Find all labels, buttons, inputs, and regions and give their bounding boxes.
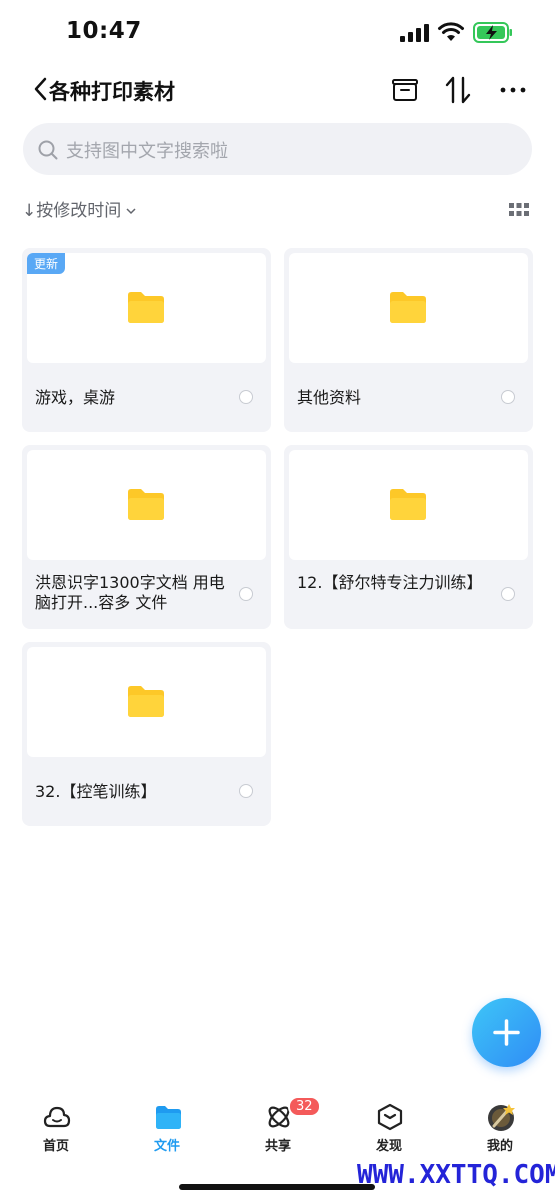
select-radio[interactable] xyxy=(239,784,253,798)
search-placeholder: 支持图中文字搜索啦 xyxy=(66,141,228,162)
folder-thumbnail xyxy=(289,450,528,560)
select-radio[interactable] xyxy=(239,390,253,404)
cellular-signal-icon xyxy=(400,24,429,42)
back-chevron-icon[interactable] xyxy=(32,74,50,104)
search-icon xyxy=(38,140,58,160)
folder-thumbnail xyxy=(27,647,266,757)
avatar xyxy=(488,1104,515,1131)
tab-discover[interactable]: 发现 xyxy=(349,1090,429,1156)
search-input[interactable]: 支持图中文字搜索啦 xyxy=(23,123,532,175)
battery-charging-icon xyxy=(473,22,512,43)
tab-label: 我的 xyxy=(486,1139,513,1154)
more-dots-icon[interactable] xyxy=(495,72,531,108)
sort-label: 按修改时间 xyxy=(36,201,122,221)
folder-name: 其他资料 xyxy=(297,388,362,407)
folder-card[interactable]: 洪恩识字1300字文档 用电脑打开...容多 文件 xyxy=(22,445,271,629)
folder-icon xyxy=(156,1106,181,1129)
folder-icon xyxy=(128,292,164,323)
tab-label: 发现 xyxy=(375,1139,402,1154)
share-count-badge: 32 xyxy=(288,1096,321,1117)
sort-arrows-icon[interactable] xyxy=(441,72,477,108)
folder-name: 洪恩识字1300字文档 用电脑打开...容多 文件 xyxy=(35,573,225,612)
chevron-down-icon xyxy=(126,208,136,215)
wifi-icon xyxy=(438,22,464,41)
update-badge: 更新 xyxy=(27,253,66,274)
folder-icon xyxy=(390,489,426,520)
folder-card[interactable]: 其他资料 xyxy=(284,248,533,432)
down-arrow-icon: ↓ xyxy=(22,201,37,221)
folder-card[interactable]: 32.【控笔训练】 xyxy=(22,642,271,826)
tab-bar: 首页 文件 共享 32 发现 我的 xyxy=(0,1090,555,1160)
home-indicator xyxy=(179,1184,375,1190)
status-bar: 10:47 xyxy=(0,0,555,64)
grid-view-icon[interactable] xyxy=(509,203,529,217)
plus-icon xyxy=(493,1019,520,1046)
select-radio[interactable] xyxy=(239,587,253,601)
folder-card[interactable]: 12.【舒尔特专注力训练】 xyxy=(284,445,533,629)
nav-header: 各种打印素材 xyxy=(0,64,555,120)
folder-name: 32.【控笔训练】 xyxy=(35,782,157,801)
sort-dropdown[interactable]: ↓按修改时间 xyxy=(22,196,137,221)
cloud-icon xyxy=(43,1106,71,1128)
select-radio[interactable] xyxy=(501,587,515,601)
folder-name: 12.【舒尔特专注力训练】 xyxy=(297,573,483,592)
folder-icon xyxy=(128,686,164,717)
add-button[interactable] xyxy=(472,998,541,1067)
tab-files[interactable]: 文件 xyxy=(127,1090,207,1156)
folder-card[interactable]: 更新 游戏，桌游 xyxy=(22,248,271,432)
watermark-text: WWW.XXTTQ.COM xyxy=(357,1160,555,1190)
status-time: 10:47 xyxy=(66,18,142,44)
tab-label: 首页 xyxy=(42,1139,69,1154)
page-title: 各种打印素材 xyxy=(49,80,175,104)
folder-name: 游戏，桌游 xyxy=(35,388,116,407)
tab-home[interactable]: 首页 xyxy=(16,1090,96,1156)
folder-thumbnail xyxy=(289,253,528,363)
folder-thumbnail xyxy=(27,450,266,560)
folder-icon xyxy=(128,489,164,520)
archive-box-icon[interactable] xyxy=(387,72,423,108)
folder-icon xyxy=(390,292,426,323)
tab-label: 共享 xyxy=(264,1139,291,1154)
tab-label: 文件 xyxy=(153,1139,180,1154)
tab-me[interactable]: 我的 xyxy=(460,1090,540,1156)
cube-icon xyxy=(377,1103,403,1131)
select-radio[interactable] xyxy=(501,390,515,404)
